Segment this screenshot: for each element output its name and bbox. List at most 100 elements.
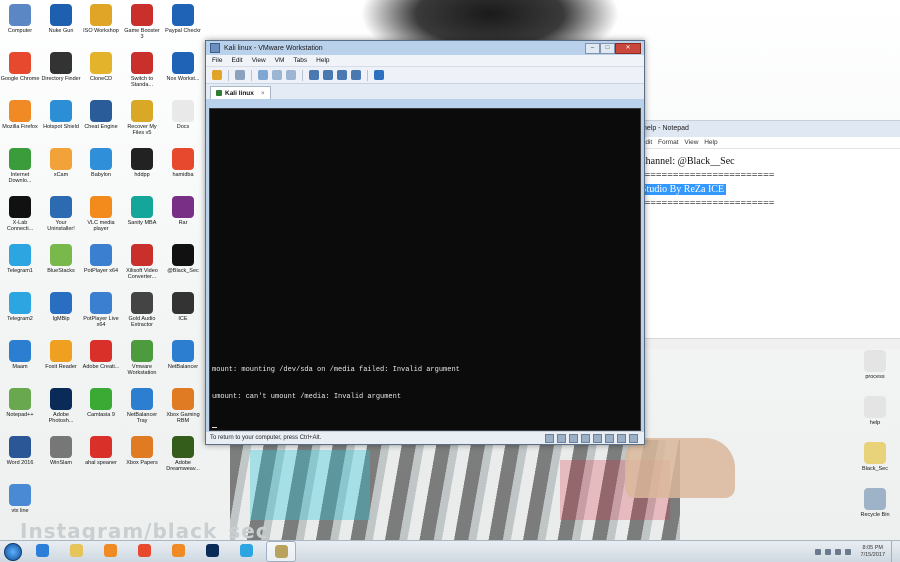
maximize-button[interactable]: □: [600, 42, 615, 54]
desktop-icon[interactable]: ISO Workshop: [81, 4, 121, 34]
desktop-icon[interactable]: Nox Workst...: [163, 52, 203, 82]
desktop-icon[interactable]: Maam: [0, 340, 40, 370]
minimize-button[interactable]: –: [585, 42, 600, 54]
desktop-icon[interactable]: vtx line: [0, 484, 40, 514]
desktop-icon[interactable]: Recycle Bin: [855, 488, 895, 518]
send-ctrl-alt-del-icon[interactable]: [235, 70, 245, 80]
taskbar-telegram-button[interactable]: [232, 541, 260, 560]
network-icon[interactable]: [834, 548, 841, 555]
sound-card-icon[interactable]: [593, 433, 602, 443]
desktop-icon[interactable]: Telegram2: [0, 292, 40, 322]
desktop-icon[interactable]: hamidba: [163, 148, 203, 178]
desktop-icon[interactable]: Your Uninstaller!: [41, 196, 81, 232]
message-log-icon[interactable]: [629, 433, 638, 443]
desktop-icon[interactable]: Notepad++: [0, 388, 40, 418]
desktop-icon[interactable]: Switch to Standa...: [122, 52, 162, 88]
vmware-titlebar[interactable]: Kali linux - VMware Workstation – □ ✕: [206, 41, 644, 55]
close-button[interactable]: ✕: [615, 42, 641, 54]
menu-view[interactable]: View: [252, 57, 266, 64]
display-icon[interactable]: [617, 433, 626, 443]
desktop-icon[interactable]: @Black_Sec: [163, 244, 203, 274]
taskbar-firefox-button[interactable]: [164, 541, 192, 560]
snapshot-icon[interactable]: [258, 70, 268, 80]
hard-disk-icon[interactable]: [545, 433, 554, 443]
usb-controller-icon[interactable]: [581, 433, 590, 443]
desktop-icon[interactable]: Adobe Creati...: [81, 340, 121, 370]
power-icon[interactable]: [212, 70, 222, 80]
show-desktop-button[interactable]: [891, 541, 900, 562]
revert-snapshot-icon[interactable]: [272, 70, 282, 80]
taskbar-chrome-button[interactable]: [130, 541, 158, 560]
unity-icon[interactable]: [351, 70, 361, 80]
desktop-icon[interactable]: Sanity MBA: [122, 196, 162, 226]
desktop-icon[interactable]: Internet Downlo...: [0, 148, 40, 184]
taskbar-file-explorer-button[interactable]: [62, 541, 90, 560]
desktop-icon[interactable]: NetBalancer: [163, 340, 203, 370]
menu-file[interactable]: File: [212, 57, 222, 64]
desktop-icon[interactable]: ICE: [163, 292, 203, 322]
taskbar-vmware-button[interactable]: [266, 541, 296, 562]
taskbar-internet-explorer-button[interactable]: [28, 541, 56, 560]
volume-icon[interactable]: [844, 548, 851, 555]
desktop-icon[interactable]: IgMBip: [41, 292, 81, 322]
desktop-icon[interactable]: Paypal Checkr: [163, 4, 203, 34]
tray-up-arrow-icon[interactable]: [814, 548, 821, 555]
tab-close-icon[interactable]: ×: [261, 90, 265, 97]
taskbar-photoshop-button[interactable]: [198, 541, 226, 560]
desktop-icon[interactable]: X-Lab Connecti...: [0, 196, 40, 232]
snapshot-manager-icon[interactable]: [286, 70, 296, 80]
printer-icon[interactable]: [605, 433, 614, 443]
console-view-icon[interactable]: [374, 70, 384, 80]
desktop-icon[interactable]: Gold Audio Extractor: [122, 292, 162, 328]
show-library-icon[interactable]: [309, 70, 319, 80]
desktop-icon[interactable]: NetBalancer Tray: [122, 388, 162, 424]
desktop-icon[interactable]: ahal speaner: [81, 436, 121, 466]
desktop-icon[interactable]: xCam: [41, 148, 81, 178]
tab-kali-linux[interactable]: Kali linux ×: [210, 86, 271, 99]
vmware-window[interactable]: Kali linux - VMware Workstation – □ ✕ Fi…: [205, 40, 645, 445]
desktop-icon[interactable]: Directory Finder: [41, 52, 81, 82]
desktop-icon[interactable]: Vmware Workstation: [122, 340, 162, 376]
menu-edit[interactable]: Edit: [231, 57, 242, 64]
taskbar-media-player-button[interactable]: [96, 541, 124, 560]
desktop-icon[interactable]: Telegram1: [0, 244, 40, 274]
menu-help[interactable]: Help: [316, 57, 329, 64]
clock[interactable]: 8:05 PM 7/15/2017: [861, 545, 885, 559]
tray-flag-icon[interactable]: [824, 548, 831, 555]
network-adapter-icon[interactable]: [569, 433, 578, 443]
desktop-icon[interactable]: Cheat Engine: [81, 100, 121, 130]
desktop-icon[interactable]: Babylon: [81, 148, 121, 178]
desktop-icon[interactable]: WinSlam: [41, 436, 81, 466]
notepad-window[interactable]: help - Notepad Edit Format View Help Cha…: [630, 120, 900, 349]
cd-dvd-icon[interactable]: [557, 433, 566, 443]
notepad-menu-view[interactable]: View: [684, 139, 698, 146]
notepad-text-area[interactable]: Channel: @Black__Sec ===================…: [631, 149, 900, 211]
desktop-icon[interactable]: Nuke Gun: [41, 4, 81, 34]
full-screen-icon[interactable]: [337, 70, 347, 80]
desktop-icon[interactable]: Rar: [163, 196, 203, 226]
desktop-icon[interactable]: VLC media player: [81, 196, 121, 232]
desktop-icon[interactable]: CloneCD: [81, 52, 121, 82]
desktop-icon[interactable]: hddpp: [122, 148, 162, 178]
desktop-icon[interactable]: Foxit Reader: [41, 340, 81, 370]
desktop-icon[interactable]: Game Booster 3: [122, 4, 162, 40]
desktop-icon[interactable]: Black_Sec: [855, 442, 895, 472]
desktop-icon[interactable]: help: [855, 396, 895, 426]
desktop-icon[interactable]: Xilisoft Video Converter...: [122, 244, 162, 280]
desktop-icon[interactable]: Xbox Gaming RBM: [163, 388, 203, 424]
desktop-icon[interactable]: Word 2016: [0, 436, 40, 466]
desktop-icon[interactable]: Google Chrome: [0, 52, 40, 82]
notepad-menu-format[interactable]: Format: [658, 139, 679, 146]
menu-tabs[interactable]: Tabs: [293, 57, 307, 64]
desktop-icon[interactable]: BlueStacks: [41, 244, 81, 274]
notepad-menu-help[interactable]: Help: [704, 139, 717, 146]
desktop-icon[interactable]: Adobe Photosh...: [41, 388, 81, 424]
desktop-icon[interactable]: PotPlayer Live x64: [81, 292, 121, 328]
desktop-icon[interactable]: process: [855, 350, 895, 380]
desktop-icon[interactable]: Mozilla Firefox: [0, 100, 40, 130]
desktop-icon[interactable]: Docs: [163, 100, 203, 130]
desktop-icon[interactable]: PotPlayer x64: [81, 244, 121, 274]
start-button[interactable]: [4, 542, 22, 561]
desktop-icon[interactable]: Camtasia 9: [81, 388, 121, 418]
desktop-icon[interactable]: Xbox Papers: [122, 436, 162, 466]
